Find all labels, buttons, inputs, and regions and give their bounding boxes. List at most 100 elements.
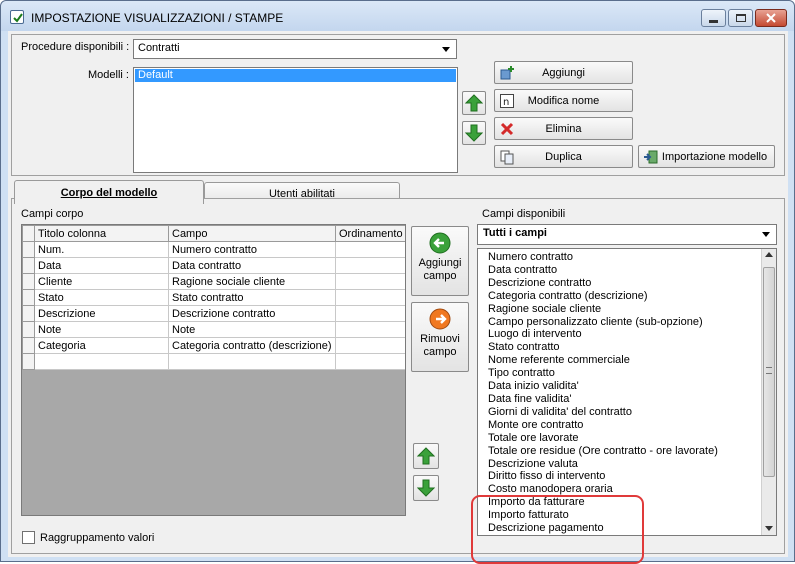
- list-item[interactable]: Stato contratto: [488, 341, 776, 354]
- move-field-up-button[interactable]: [413, 443, 439, 469]
- list-item[interactable]: Descrizione valuta: [488, 458, 776, 471]
- cell-field[interactable]: Note: [168, 321, 336, 338]
- list-item[interactable]: Ragione sociale cliente: [488, 303, 776, 316]
- close-button[interactable]: [755, 9, 787, 27]
- cell-title[interactable]: Num.: [34, 241, 169, 258]
- cell-title[interactable]: Descrizione: [34, 305, 169, 322]
- cell-title[interactable]: Data: [34, 257, 169, 274]
- cell-title[interactable]: [34, 353, 169, 370]
- cell-field[interactable]: Data contratto: [168, 257, 336, 274]
- column-header-ordinamento[interactable]: Ordinamento: [335, 225, 405, 242]
- title-bar[interactable]: IMPOSTAZIONE VISUALIZZAZIONI / STAMPE: [1, 1, 794, 31]
- tab-corpo-del-modello[interactable]: Corpo del modello: [14, 180, 204, 204]
- cell-field[interactable]: Ragione sociale cliente: [168, 273, 336, 290]
- remove-field-button[interactable]: Rimuovi campo: [411, 302, 469, 372]
- list-item[interactable]: Numero contratto: [488, 251, 776, 264]
- table-row[interactable]: Cliente Ragione sociale cliente: [22, 273, 405, 290]
- body-fields-label: Campi corpo: [21, 208, 84, 220]
- list-item[interactable]: Costo manodopera oraria: [488, 483, 776, 496]
- duplicate-model-button[interactable]: Duplica: [494, 145, 633, 168]
- column-header-campo[interactable]: Campo: [168, 225, 336, 242]
- import-model-button[interactable]: Importazione modello: [638, 145, 775, 168]
- row-selector[interactable]: [22, 353, 35, 370]
- row-selector[interactable]: [22, 241, 35, 258]
- table-row-new[interactable]: [22, 353, 405, 370]
- minimize-button[interactable]: [701, 9, 726, 27]
- scroll-up-icon[interactable]: [765, 252, 773, 257]
- cell-order[interactable]: [335, 241, 405, 258]
- cell-field[interactable]: Categoria contratto (descrizione): [168, 337, 336, 354]
- column-header-titolo[interactable]: Titolo colonna: [34, 225, 169, 242]
- row-selector[interactable]: [22, 289, 35, 306]
- list-item[interactable]: Data contratto: [488, 264, 776, 277]
- procedure-select[interactable]: Contratti: [133, 39, 457, 59]
- cell-order[interactable]: [335, 273, 405, 290]
- body-fields-grid[interactable]: Titolo colonna Campo Ordinamento Num. Num…: [21, 224, 406, 516]
- cell-order[interactable]: [335, 305, 405, 322]
- cell-order[interactable]: [335, 337, 405, 354]
- list-item[interactable]: Importo da fatturare: [488, 496, 776, 509]
- arrow-right-icon: [429, 308, 451, 330]
- arrow-left-icon: [429, 232, 451, 254]
- table-row[interactable]: Categoria Categoria contratto (descrizion…: [22, 337, 405, 354]
- model-item-default[interactable]: Default: [135, 69, 456, 82]
- list-item[interactable]: Categoria contratto (descrizione): [488, 290, 776, 303]
- list-item[interactable]: Monte ore contratto: [488, 419, 776, 432]
- cell-field[interactable]: Descrizione contratto: [168, 305, 336, 322]
- delete-icon: [500, 122, 514, 136]
- table-row[interactable]: Num. Numero contratto: [22, 241, 405, 258]
- list-item[interactable]: Descrizione pagamento: [488, 522, 776, 535]
- list-item[interactable]: Luogo di intervento: [488, 328, 776, 341]
- cell-title[interactable]: Cliente: [34, 273, 169, 290]
- grouping-checkbox[interactable]: [22, 531, 35, 544]
- cell-order[interactable]: [335, 289, 405, 306]
- move-model-down-button[interactable]: [462, 121, 486, 145]
- add-model-button[interactable]: Aggiungi: [494, 61, 633, 84]
- row-selector[interactable]: [22, 305, 35, 322]
- cell-order[interactable]: [335, 321, 405, 338]
- table-row[interactable]: Data Data contratto: [22, 257, 405, 274]
- cell-field[interactable]: Numero contratto: [168, 241, 336, 258]
- scroll-down-icon[interactable]: [765, 526, 773, 531]
- available-fields-scrollbar[interactable]: [761, 249, 776, 535]
- cell-order[interactable]: [335, 257, 405, 274]
- list-item[interactable]: Diritto fisso di intervento: [488, 470, 776, 483]
- list-item[interactable]: Data fine validita': [488, 393, 776, 406]
- list-item[interactable]: Totale ore lavorate: [488, 432, 776, 445]
- list-item[interactable]: Importo fatturato: [488, 509, 776, 522]
- available-fields-list[interactable]: Numero contratto Data contratto Descrizion…: [477, 248, 777, 536]
- list-item[interactable]: Giorni di validita' del contratto: [488, 406, 776, 419]
- add-field-button[interactable]: Aggiungi campo: [411, 226, 469, 296]
- row-selector[interactable]: [22, 257, 35, 274]
- row-selector[interactable]: [22, 321, 35, 338]
- row-selector[interactable]: [22, 273, 35, 290]
- list-item[interactable]: Data inizio validita': [488, 380, 776, 393]
- cell-field[interactable]: Stato contratto: [168, 289, 336, 306]
- cell-field[interactable]: [168, 353, 336, 370]
- table-row[interactable]: Stato Stato contratto: [22, 289, 405, 306]
- list-item[interactable]: Nome referente commerciale: [488, 354, 776, 367]
- row-selector[interactable]: [22, 337, 35, 354]
- rename-model-button[interactable]: n Modifica nome: [494, 89, 633, 112]
- cell-order[interactable]: [335, 353, 405, 370]
- table-row[interactable]: Descrizione Descrizione contratto: [22, 305, 405, 322]
- move-model-up-button[interactable]: [462, 91, 486, 115]
- list-item[interactable]: Campo personalizzato cliente (sub-opzion…: [488, 316, 776, 329]
- move-field-down-button[interactable]: [413, 475, 439, 501]
- cell-title[interactable]: Note: [34, 321, 169, 338]
- models-list[interactable]: Default: [133, 67, 458, 173]
- main-window: IMPOSTAZIONE VISUALIZZAZIONI / STAMPE Pr…: [0, 0, 795, 564]
- list-item[interactable]: Totale ore residue (Ore contratto - ore …: [488, 445, 776, 458]
- table-row[interactable]: Note Note: [22, 321, 405, 338]
- list-item[interactable]: Descrizione contratto: [488, 277, 776, 290]
- cell-title[interactable]: Categoria: [34, 337, 169, 354]
- grouping-label: Raggruppamento valori: [40, 532, 155, 544]
- cell-title[interactable]: Stato: [34, 289, 169, 306]
- add-field-label: Aggiungi campo: [418, 257, 462, 282]
- maximize-button[interactable]: [728, 9, 753, 27]
- available-fields-filter[interactable]: Tutti i campi: [477, 224, 777, 245]
- delete-model-button[interactable]: Elimina: [494, 117, 633, 140]
- svg-text:n: n: [503, 97, 509, 108]
- list-item[interactable]: Tipo contratto: [488, 367, 776, 380]
- arrow-up-icon: [465, 94, 483, 112]
